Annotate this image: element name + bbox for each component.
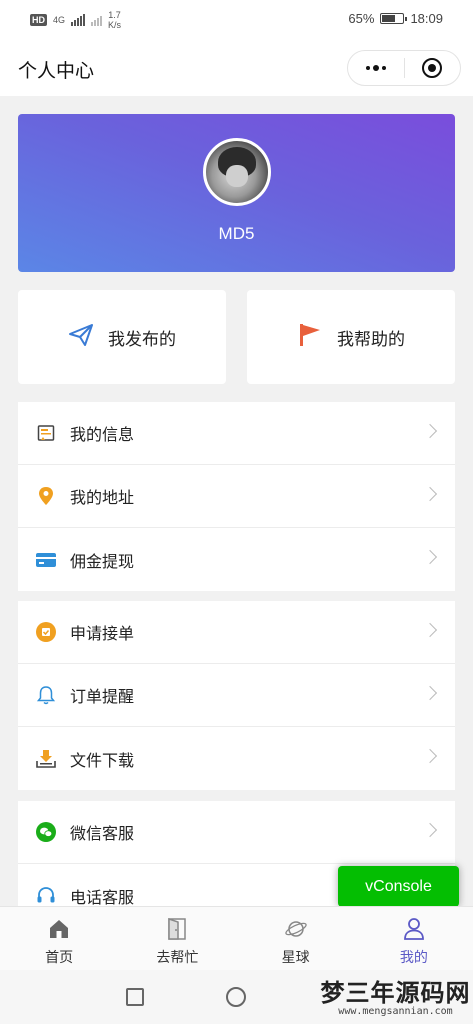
page-title: 个人中心 [18,61,95,82]
user-icon [402,917,426,941]
menu-item-label: 文件下载 [70,752,135,770]
menu-item-label: 我的地址 [70,490,135,507]
location-pin-icon [36,486,56,506]
network-type: 4G [53,15,66,25]
hd-indicator: HD [30,14,47,26]
watermark-url: www.mengsannian.com [338,1006,453,1017]
chevron-right-icon [422,622,438,638]
circle-icon[interactable] [226,987,246,1007]
info-card-icon [36,423,56,443]
username: MD5 [218,224,255,243]
watermark: 梦三年源码网 www.mengsannian.com [318,980,473,1018]
tab-mine[interactable]: 我的 [355,907,473,970]
more-button[interactable] [348,51,404,85]
home-icon [47,917,71,941]
chevron-right-icon [422,549,438,565]
menu-item-my-address[interactable]: 我的地址 [18,465,455,528]
tab-help[interactable]: 去帮忙 [118,907,236,970]
apply-badge-icon [36,622,56,642]
menu-group-orders: 申请接单 订单提醒 文件下载 [18,601,455,790]
menu-item-label: 微信客服 [70,826,135,843]
signal-secondary-icon [91,14,103,26]
tab-home[interactable]: 首页 [0,907,118,970]
status-bar: HD 4G 1.7 K/s 65% 18:09 [0,0,473,40]
navigation-bar: 个人中心 [0,40,473,96]
menu-item-apply-orders[interactable]: 申请接单 [18,601,455,664]
chevron-right-icon [422,486,438,502]
tab-planet[interactable]: 星球 [237,907,355,970]
my-posts-label: 我发布的 [108,329,176,349]
vconsole-button[interactable]: vConsole [338,866,459,907]
planet-icon [284,917,308,941]
network-speed: 1.7 K/s [108,10,121,30]
bell-icon [36,685,56,705]
paper-plane-icon [68,323,94,352]
profile-header: MD5 [18,114,455,272]
menu-item-label: 申请接单 [70,626,135,643]
status-left: HD 4G 1.7 K/s [30,10,121,30]
chevron-right-icon [422,748,438,764]
credit-card-icon [36,550,56,570]
more-dots-icon [365,65,386,71]
avatar[interactable] [203,138,271,206]
menu-item-wechat-service[interactable]: 微信客服 [18,801,455,864]
clock: 18:09 [410,11,443,26]
watermark-title: 梦三年源码网 [320,979,471,1007]
download-tray-icon [36,749,56,769]
flag-icon [297,322,323,353]
signal-icon [71,14,86,26]
tab-label: 星球 [281,949,310,965]
menu-item-label: 佣金提现 [70,553,135,571]
speed-unit: K/s [108,20,122,30]
menu-group-account: 我的信息 我的地址 佣金提现 [18,402,455,591]
close-button[interactable] [405,51,461,85]
chevron-right-icon [422,685,438,701]
mini-program-capsule [347,50,461,86]
menu-item-label: 电话客服 [70,889,135,907]
tab-bar: 首页 去帮忙 星球 我的 [0,906,473,970]
menu-item-label: 我的信息 [70,427,135,444]
wechat-icon [36,822,56,842]
chevron-right-icon [422,423,438,439]
menu-item-my-info[interactable]: 我的信息 [18,402,455,465]
status-right: 65% 18:09 [348,11,443,26]
my-helped-label: 我帮助的 [337,329,405,349]
menu-item-order-reminder[interactable]: 订单提醒 [18,664,455,727]
square-icon[interactable] [126,988,144,1006]
door-icon [165,917,189,941]
tab-label: 去帮忙 [156,949,199,965]
system-navigation-bar: 梦三年源码网 www.mengsannian.com [0,970,473,1024]
headset-icon [36,886,56,906]
battery-percent: 65% [348,11,375,26]
menu-item-file-download[interactable]: 文件下载 [18,727,455,790]
menu-item-label: 订单提醒 [70,689,135,706]
battery-icon [380,13,408,24]
chevron-right-icon [422,822,438,838]
target-icon [422,58,443,78]
my-posts-card[interactable]: 我发布的 [18,290,226,384]
speed-value: 1.7 [108,10,121,20]
menu-item-commission-withdraw[interactable]: 佣金提现 [18,528,455,591]
tab-label: 我的 [399,949,428,965]
tab-label: 首页 [45,949,74,965]
my-helped-card[interactable]: 我帮助的 [247,290,455,384]
